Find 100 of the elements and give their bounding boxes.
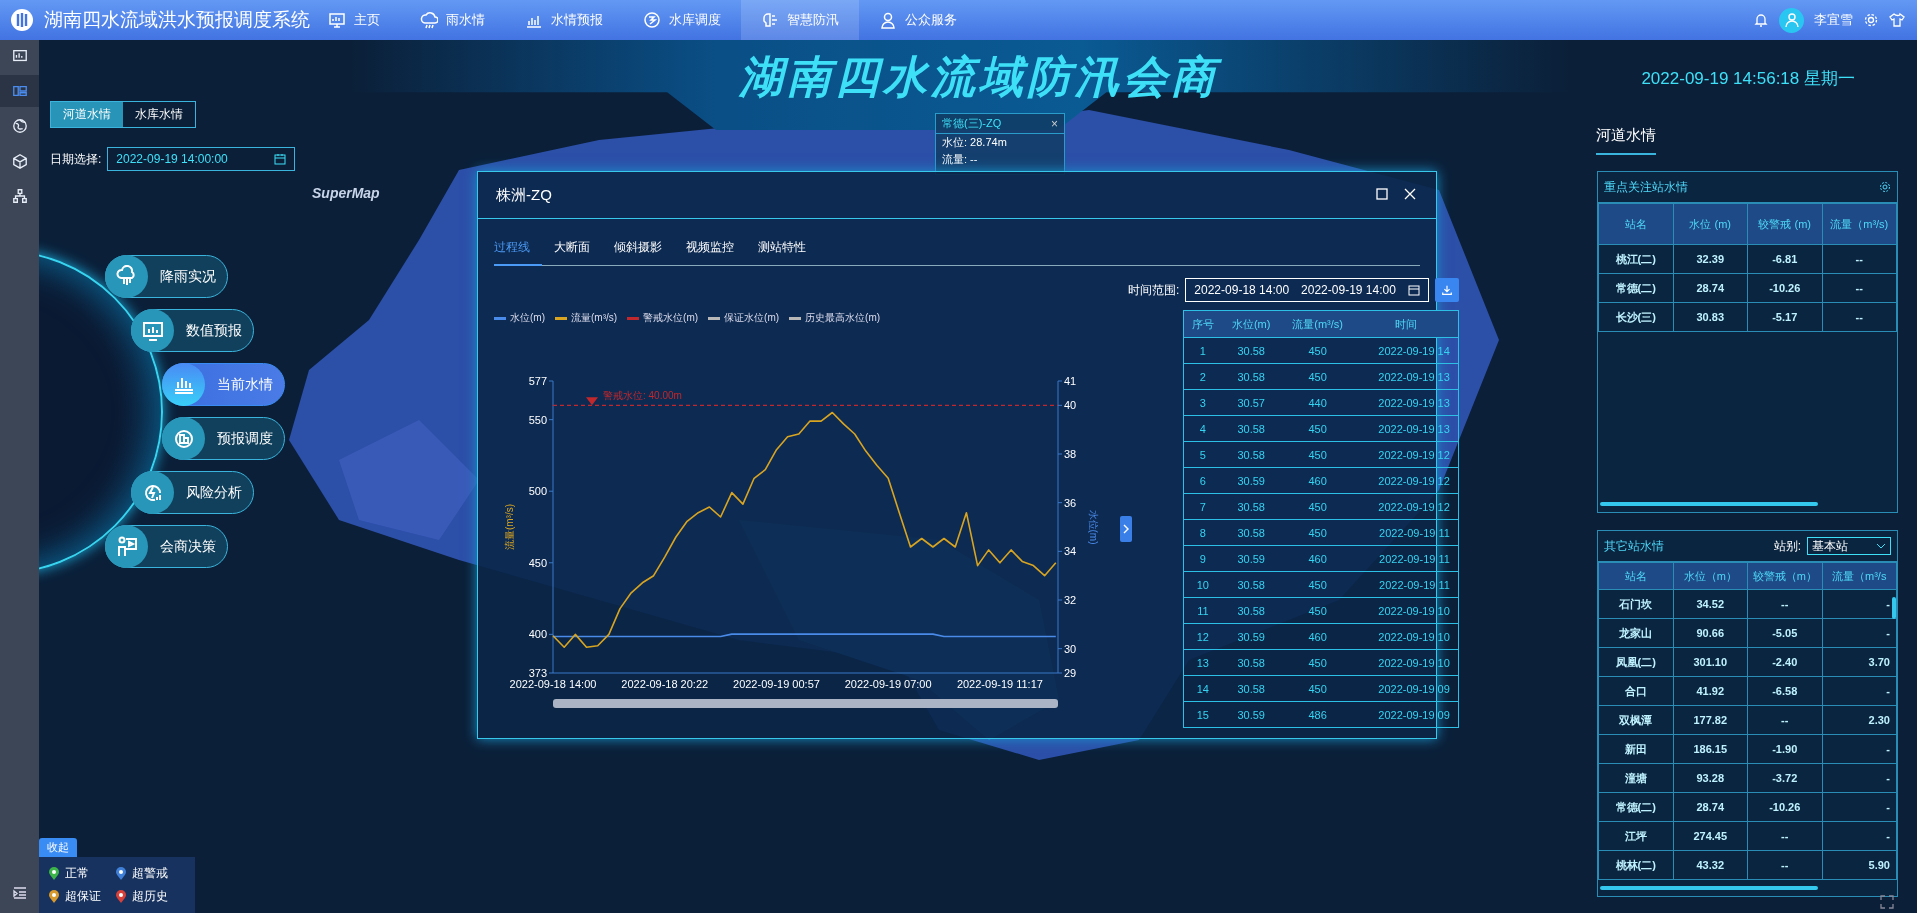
panel-tab[interactable]: 河道水情: [1596, 120, 1656, 155]
fullscreen-icon[interactable]: [1880, 895, 1894, 909]
legend-item[interactable]: 保证水位(m): [708, 311, 780, 325]
menu-pill[interactable]: 风险分析: [131, 471, 254, 514]
zoom-slider[interactable]: [553, 699, 1058, 708]
menu-pill[interactable]: 预报调度: [162, 417, 285, 460]
scrollbar[interactable]: [1892, 597, 1896, 619]
table-cell: 2.30: [1822, 705, 1897, 735]
y-axis: 373 400 450 500 550 577: [528, 375, 554, 679]
expand-handle[interactable]: [1120, 516, 1132, 542]
table-cell: 30.58: [1221, 337, 1281, 364]
time-range-field[interactable]: 2022-09-18 14:00 2022-09-19 14:00: [1185, 278, 1429, 302]
legend-item[interactable]: 警戒水位(m): [627, 311, 699, 325]
table-cell: -1.90: [1747, 734, 1822, 764]
table-cell: 龙家山: [1598, 618, 1673, 648]
table-cell: 30.59: [1221, 467, 1281, 494]
table-cell: 常德(二): [1598, 792, 1673, 822]
table-cell: 30.58: [1221, 649, 1281, 676]
table-cell: 3.70: [1822, 647, 1897, 677]
date-field[interactable]: 2022-09-19 14:00:00: [107, 147, 296, 171]
table-cell: 8: [1183, 519, 1222, 546]
legend-item[interactable]: 水位(m): [494, 311, 545, 325]
table-cell: 450: [1280, 649, 1355, 676]
dialog-tab[interactable]: 视频监控: [674, 233, 746, 266]
dialog-tab[interactable]: 大断面: [542, 233, 602, 266]
table-cell: 30.58: [1221, 571, 1281, 598]
table-cell: 450: [1280, 337, 1355, 364]
table-cell: 2022-09-19 12: [1354, 493, 1459, 520]
table-cell: 2022-09-19 09: [1354, 701, 1459, 728]
cloud-rain-icon: [420, 11, 438, 29]
scrollbar[interactable]: [1600, 502, 1818, 506]
legend-label: 超历史: [132, 888, 168, 905]
column-header: 站名: [1598, 203, 1673, 245]
table-cell: 6: [1183, 467, 1222, 494]
table-cell: 2022-09-19 10: [1354, 597, 1459, 624]
table-cell: 30.58: [1221, 597, 1281, 624]
nav-item[interactable]: 水情预报: [505, 0, 623, 40]
legend-label: 正常: [65, 865, 89, 882]
table-cell: 30.59: [1221, 545, 1281, 572]
menu-pill[interactable]: 会商决策: [105, 525, 228, 568]
legend-item[interactable]: 流量(m³/s): [555, 311, 618, 325]
column-header: 站名: [1598, 562, 1673, 590]
warning-level-label: 警戒水位: 40.00m: [603, 390, 682, 402]
table-cell: 32.39: [1673, 244, 1748, 274]
x-tick-label: 2022-09-19 11:17: [956, 678, 1043, 690]
scrollbar[interactable]: [1600, 886, 1818, 890]
menu-pill[interactable]: 当前水情: [162, 363, 285, 406]
y-tick-label: 400: [528, 628, 547, 641]
table-cell: 14: [1183, 675, 1222, 702]
table-cell: -6.58: [1747, 676, 1822, 706]
menu-indent-icon[interactable]: [11, 885, 28, 901]
table-cell: --: [1747, 821, 1822, 851]
menu-pill[interactable]: 数值预报: [131, 309, 254, 352]
table-cell: 15: [1183, 701, 1222, 728]
column-header: 流量（m³/s): [1822, 203, 1897, 245]
maximize-icon[interactable]: [1376, 188, 1390, 202]
close-button[interactable]: ×: [1051, 116, 1058, 131]
table-cell: 450: [1280, 597, 1355, 624]
table-cell: 2022-09-19 09: [1354, 675, 1459, 702]
table-cell: 12: [1183, 623, 1222, 650]
dialog-tab[interactable]: 过程线: [494, 233, 542, 266]
column-header: 较警戒 (m): [1747, 203, 1822, 245]
table-cell: 5: [1183, 441, 1222, 468]
close-icon[interactable]: [1404, 188, 1418, 202]
column-header: 水位 (m): [1673, 203, 1748, 245]
table-cell: 2022-09-19 11: [1354, 571, 1459, 598]
table-cell: 5.90: [1822, 850, 1897, 880]
settings-icon[interactable]: [1879, 181, 1891, 193]
table-cell: 30.58: [1221, 675, 1281, 702]
table-cell: 30.58: [1221, 415, 1281, 442]
dialog-tab[interactable]: 测站特性: [746, 233, 818, 266]
legend-item[interactable]: 历史最高水位(m): [789, 311, 881, 325]
y2-tick-label: 40: [1064, 399, 1077, 412]
table-cell: 2022-09-19 10: [1354, 649, 1459, 676]
station-type-select[interactable]: 基本站: [1807, 537, 1891, 555]
monitor-icon: [328, 11, 346, 29]
x-tick-label: 2022-09-19 00:57: [733, 678, 820, 690]
table-cell: 30.59: [1221, 701, 1281, 728]
water-type-tab[interactable]: 水库水情: [123, 102, 195, 127]
y2-axis-title: 水位(m): [1088, 509, 1099, 545]
table-cell: 4: [1183, 415, 1222, 442]
table-cell: 460: [1280, 467, 1355, 494]
shirt-icon[interactable]: [1889, 12, 1905, 28]
popup-title: 常德(三)-ZQ: [942, 116, 1002, 131]
table-cell: 2022-09-19 12: [1354, 441, 1459, 468]
download-button[interactable]: [1434, 278, 1459, 302]
table-cell: 2022-09-19 11: [1354, 519, 1459, 546]
bell-icon[interactable]: [1753, 12, 1769, 28]
filter-label: 站别:: [1773, 537, 1801, 555]
dialog-tab[interactable]: 倾斜摄影: [602, 233, 674, 266]
popup-text: 水位: 28.74m: [941, 135, 1008, 150]
table-cell: 177.82: [1673, 705, 1748, 735]
logo-icon: [10, 8, 34, 32]
avatar-icon[interactable]: [1779, 7, 1804, 33]
download-icon: [1440, 283, 1453, 297]
caret-icon: [1876, 543, 1886, 549]
menu-pill[interactable]: 降雨实况: [105, 255, 228, 298]
nav-item[interactable]: 公众服务: [859, 0, 977, 40]
table-cell: 凤凰(二): [1598, 647, 1673, 677]
table-cell: 34.52: [1673, 589, 1748, 619]
